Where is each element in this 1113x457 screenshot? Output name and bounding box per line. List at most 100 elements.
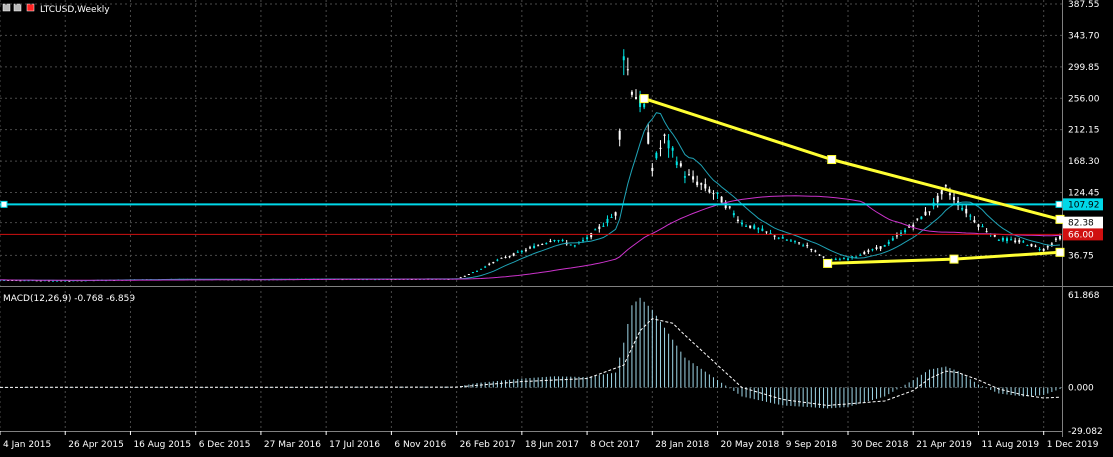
candle-body: [1034, 245, 1037, 247]
candle-body: [700, 183, 703, 185]
candle-body: [948, 193, 951, 196]
price-tag-label: 107.92: [1068, 200, 1100, 210]
candle-body: [973, 220, 976, 223]
x-axis-line: [0, 431, 1062, 432]
price-tick-label: 256.00: [1068, 94, 1100, 104]
x-tick-label: 30 Dec 2018: [851, 440, 909, 450]
candle-body: [708, 189, 711, 193]
candle-body: [863, 252, 866, 255]
candle-body: [1050, 243, 1053, 245]
chart-window: LTCUSD,Weekly 387.55 343.70 299.85 256.00 21…: [0, 0, 1113, 457]
candle-body: [842, 258, 845, 260]
candle-body: [736, 219, 739, 221]
x-tick-label: 20 May 2018: [721, 440, 780, 450]
candle-body: [777, 237, 780, 239]
candle-body: [822, 256, 825, 258]
candle-body: [818, 254, 821, 256]
candle-body: [781, 237, 784, 239]
price-tick-label: 36.75: [1068, 251, 1094, 261]
candle-body: [716, 192, 719, 194]
candle-body: [879, 246, 882, 249]
x-tick-label: 17 Jul 2016: [329, 440, 380, 450]
candle-body: [1001, 237, 1004, 241]
x-tick-label: 8 Oct 2017: [590, 440, 640, 450]
candle-body: [883, 245, 886, 247]
x-tick-label: 26 Feb 2017: [460, 440, 516, 450]
candle-body: [622, 56, 625, 61]
candle-body: [936, 195, 939, 203]
candle-body: [810, 248, 813, 251]
line-handle: [0, 200, 8, 208]
candle-body: [806, 245, 809, 247]
candle-body: [928, 211, 931, 213]
candle-body: [516, 251, 519, 253]
candle-body: [838, 259, 841, 261]
macd-title: MACD(12,26,9) -0.768 -6.859: [3, 294, 135, 304]
candle-body: [549, 240, 552, 242]
candle-body: [741, 222, 743, 225]
candle-body: [802, 245, 805, 247]
pane-separator: [0, 286, 1113, 287]
candle-body: [590, 233, 593, 238]
candle-body: [847, 258, 849, 260]
candle-body: [1059, 236, 1061, 240]
candle-body: [610, 217, 613, 219]
candle-body: [732, 213, 735, 216]
candle-body: [635, 97, 637, 100]
candle-body: [598, 226, 601, 230]
candle-body: [492, 261, 495, 264]
candle-body: [476, 270, 478, 272]
macd-tick-label: 61.868: [1068, 291, 1100, 301]
candle-body: [582, 240, 584, 242]
candle-body: [679, 163, 682, 167]
candle-body: [484, 266, 487, 268]
candle-body: [969, 215, 972, 217]
price-tick-label: 168.30: [1068, 157, 1100, 167]
candle-body: [855, 256, 858, 258]
candle-body: [867, 250, 870, 252]
candle-body: [712, 193, 715, 195]
candle-body: [887, 241, 890, 244]
x-tick-label: 6 Dec 2015: [199, 440, 251, 450]
candle-body: [1026, 245, 1029, 247]
candle-body: [875, 247, 878, 249]
x-tick-label: 26 Apr 2015: [68, 440, 124, 450]
candle-body: [977, 224, 980, 227]
x-tick-label: 9 Sep 2018: [786, 440, 838, 450]
candle-body: [594, 229, 597, 231]
trendline-handle: [1055, 247, 1065, 257]
candle-body: [981, 226, 984, 228]
candle-body: [696, 181, 699, 186]
candle-body: [655, 152, 658, 159]
candle-body: [512, 253, 515, 256]
candle-body: [1006, 238, 1008, 242]
candle-body: [916, 218, 919, 220]
price-tag-label: 82.38: [1068, 219, 1094, 229]
candle-body: [985, 231, 988, 233]
candle-body: [904, 230, 907, 233]
candle-body: [789, 240, 792, 242]
trendline-handle: [823, 258, 833, 268]
candle-body: [529, 247, 531, 249]
candle-body: [728, 206, 731, 208]
price-tick-label: 387.55: [1068, 0, 1100, 10]
candle-body: [541, 244, 544, 246]
candle-body: [659, 147, 662, 149]
x-tick-label: 16 Aug 2015: [133, 440, 191, 450]
x-tick-label: 6 Nov 2016: [394, 440, 446, 450]
candle-body: [997, 239, 1000, 241]
candle-body: [602, 225, 605, 227]
candle-body: [745, 225, 748, 227]
candle-body: [463, 275, 466, 277]
candle-body: [720, 196, 723, 203]
chart-svg: LTCUSD,Weekly 387.55 343.70 299.85 256.00 21…: [0, 0, 1113, 457]
candle-body: [671, 147, 674, 151]
candle-body: [553, 240, 556, 242]
candle-body: [1014, 240, 1017, 243]
candle-body: [953, 197, 955, 201]
line-handle: [1055, 200, 1063, 208]
candle-body: [480, 268, 483, 270]
candle-body: [814, 250, 817, 252]
candle-body: [663, 134, 666, 136]
candle-body: [1010, 239, 1013, 241]
